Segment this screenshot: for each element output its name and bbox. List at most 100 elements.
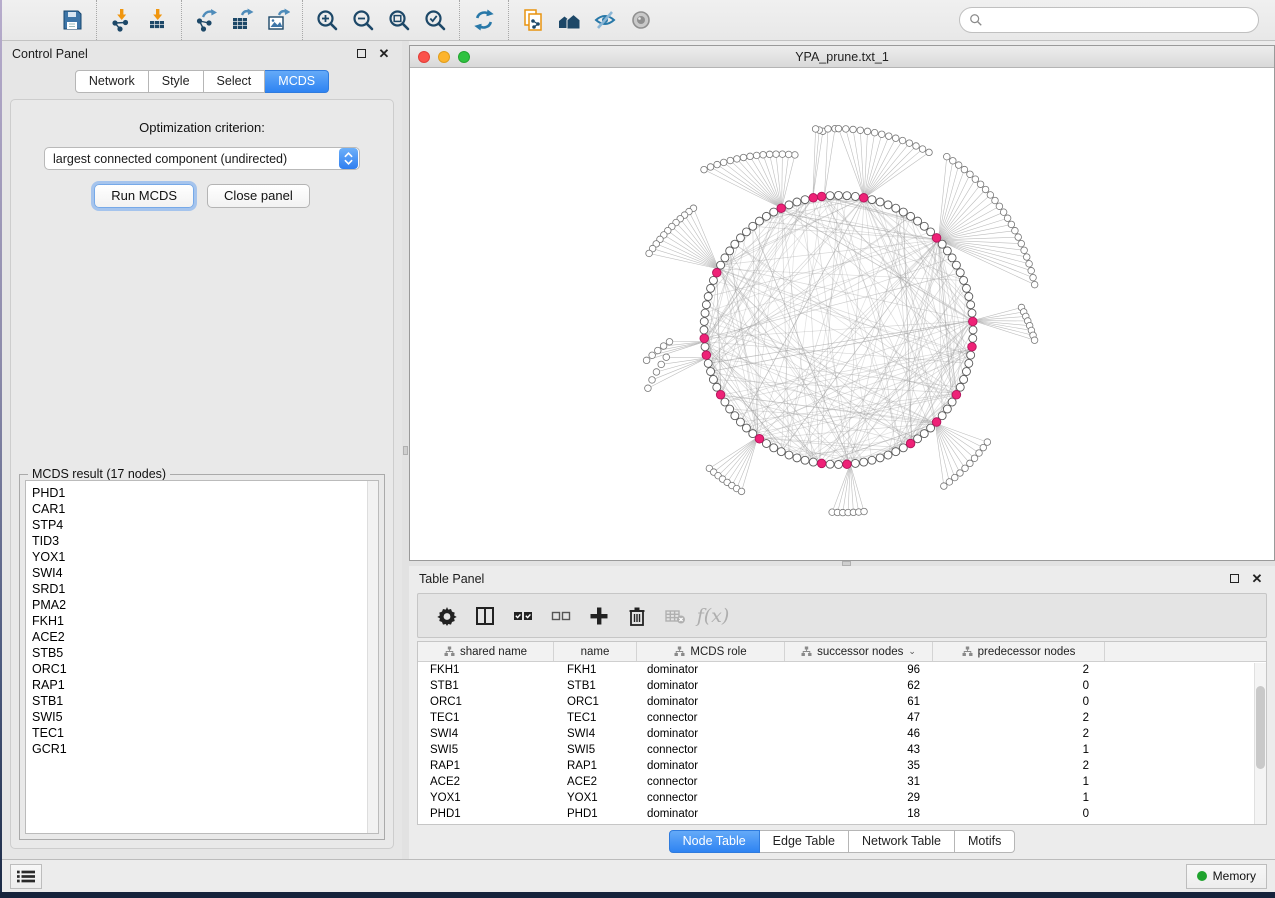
- table-row[interactable]: FKH1FKH1dominator962: [418, 662, 1266, 678]
- table-cell: TEC1: [554, 712, 637, 724]
- column-header-shared-name[interactable]: shared name: [418, 642, 554, 661]
- close-table-panel-icon[interactable]: ✕: [1249, 571, 1265, 587]
- mcds-result-item[interactable]: YOX1: [32, 549, 367, 565]
- run-mcds-button[interactable]: Run MCDS: [94, 184, 194, 208]
- network-canvas[interactable]: [410, 68, 1274, 560]
- criterion-dropdown[interactable]: largest connected component (undirected): [44, 147, 360, 170]
- float-panel-icon[interactable]: [353, 46, 369, 62]
- column-header-name[interactable]: name: [554, 642, 637, 661]
- delete-column-button[interactable]: [618, 598, 656, 634]
- zoom-fit-button[interactable]: [381, 4, 417, 36]
- network-window-titlebar[interactable]: YPA_prune.txt_1: [410, 46, 1274, 68]
- table-cell: 1: [933, 776, 1105, 788]
- zoom-selected-button[interactable]: [417, 4, 453, 36]
- mcds-result-item[interactable]: SRD1: [32, 581, 367, 597]
- table-row[interactable]: SWI5SWI5connector431: [418, 742, 1266, 758]
- export-image-button[interactable]: [260, 4, 296, 36]
- table-cell: connector: [637, 712, 785, 724]
- mcds-result-item[interactable]: PMA2: [32, 597, 367, 613]
- add-column-button[interactable]: [580, 598, 618, 634]
- mcds-result-item[interactable]: TEC1: [32, 725, 367, 741]
- new-network-from-selection-button[interactable]: [515, 4, 551, 36]
- table-row[interactable]: YOX1YOX1connector291: [418, 790, 1266, 806]
- panel-layout-button[interactable]: [466, 598, 504, 634]
- table-row[interactable]: ACE2ACE2connector311: [418, 774, 1266, 790]
- criterion-selected-value: largest connected component (undirected): [45, 152, 339, 166]
- delete-table-button[interactable]: [656, 598, 694, 634]
- search-input[interactable]: [989, 13, 1249, 27]
- tab-motifs[interactable]: Motifs: [955, 830, 1015, 853]
- zoom-in-button[interactable]: [309, 4, 345, 36]
- mcds-result-item[interactable]: TID3: [32, 533, 367, 549]
- mcds-result-item[interactable]: STP4: [32, 517, 367, 533]
- optimization-criterion-label: Optimization criterion:: [11, 120, 393, 135]
- save-session-button[interactable]: [54, 4, 90, 36]
- mcds-list-scrollbar[interactable]: [367, 481, 378, 833]
- refresh-button[interactable]: [466, 4, 502, 36]
- open-file-button[interactable]: [18, 4, 54, 36]
- column-settings-button[interactable]: [428, 598, 466, 634]
- mcds-result-item[interactable]: RAP1: [32, 677, 367, 693]
- vertical-splitter[interactable]: [402, 41, 409, 859]
- table-scrollbar-thumb[interactable]: [1256, 686, 1265, 770]
- mcds-result-item[interactable]: SWI5: [32, 709, 367, 725]
- memory-button[interactable]: Memory: [1186, 864, 1267, 889]
- tab-mcds[interactable]: MCDS: [265, 70, 329, 93]
- tab-style[interactable]: Style: [149, 70, 204, 93]
- table-row[interactable]: SWI4SWI4dominator462: [418, 726, 1266, 742]
- show-all-button[interactable]: [623, 4, 659, 36]
- window-minimize-icon[interactable]: [438, 51, 450, 63]
- close-panel-icon[interactable]: ✕: [376, 46, 392, 62]
- table-row[interactable]: PHD1PHD1dominator180: [418, 806, 1266, 822]
- tab-network[interactable]: Network: [75, 70, 149, 93]
- mcds-result-item[interactable]: STB5: [32, 645, 367, 661]
- zoom-out-button[interactable]: [345, 4, 381, 36]
- table-row[interactable]: STB1STB1dominator620: [418, 678, 1266, 694]
- first-neighbors-button[interactable]: [551, 4, 587, 36]
- table-row[interactable]: TEC1TEC1connector472: [418, 710, 1266, 726]
- hide-selected-button[interactable]: [587, 4, 623, 36]
- tab-edge-table[interactable]: Edge Table: [760, 830, 849, 853]
- export-table-button[interactable]: [224, 4, 260, 36]
- mcds-result-item[interactable]: FKH1: [32, 613, 367, 629]
- mcds-result-item[interactable]: CAR1: [32, 501, 367, 517]
- float-table-panel-icon[interactable]: [1226, 571, 1242, 587]
- mcds-result-item[interactable]: GCR1: [32, 741, 367, 757]
- deselect-all-button[interactable]: [542, 598, 580, 634]
- table-scrollbar[interactable]: [1254, 663, 1266, 824]
- export-network-button[interactable]: [188, 4, 224, 36]
- search-box[interactable]: [959, 7, 1259, 33]
- import-table-button[interactable]: [139, 4, 175, 36]
- table-cell: 96: [785, 664, 933, 676]
- table-cell: 43: [785, 744, 933, 756]
- table-row[interactable]: ORC1ORC1dominator610: [418, 694, 1266, 710]
- node-table-body[interactable]: FKH1FKH1dominator962STB1STB1dominator620…: [418, 662, 1266, 824]
- close-panel-button[interactable]: Close panel: [207, 184, 310, 208]
- column-type-icon: [444, 646, 455, 657]
- column-header-predecessor-nodes[interactable]: predecessor nodes: [933, 642, 1105, 661]
- tab-network-table[interactable]: Network Table: [849, 830, 955, 853]
- column-header-successor-nodes[interactable]: successor nodes ⌄: [785, 642, 933, 661]
- tab-select[interactable]: Select: [204, 70, 266, 93]
- mcds-result-item[interactable]: ACE2: [32, 629, 367, 645]
- function-builder-button[interactable]: f(x): [694, 598, 732, 634]
- mcds-result-item[interactable]: PHD1: [32, 485, 367, 501]
- mcds-result-list[interactable]: PHD1CAR1STP4TID3YOX1SWI4SRD1PMA2FKH1ACE2…: [25, 480, 379, 834]
- table-panel-titlebar: Table Panel ✕: [409, 566, 1275, 591]
- mcds-result-item[interactable]: SWI4: [32, 565, 367, 581]
- task-history-button[interactable]: [10, 864, 42, 889]
- table-row[interactable]: RAP1RAP1dominator352: [418, 758, 1266, 774]
- table-cell: ORC1: [554, 696, 637, 708]
- mcds-result-title: MCDS result (17 nodes): [28, 467, 170, 481]
- mcds-result-item[interactable]: STB1: [32, 693, 367, 709]
- import-network-button[interactable]: [103, 4, 139, 36]
- window-maximize-icon[interactable]: [458, 51, 470, 63]
- network-graph[interactable]: [410, 68, 1274, 560]
- mcds-result-item[interactable]: ORC1: [32, 661, 367, 677]
- horizontal-splitter[interactable]: [409, 561, 1275, 566]
- column-header-mcds-role[interactable]: MCDS role: [637, 642, 785, 661]
- tab-node-table[interactable]: Node Table: [669, 830, 760, 853]
- table-cell: PHD1: [554, 808, 637, 820]
- window-close-icon[interactable]: [418, 51, 430, 63]
- select-all-button[interactable]: [504, 598, 542, 634]
